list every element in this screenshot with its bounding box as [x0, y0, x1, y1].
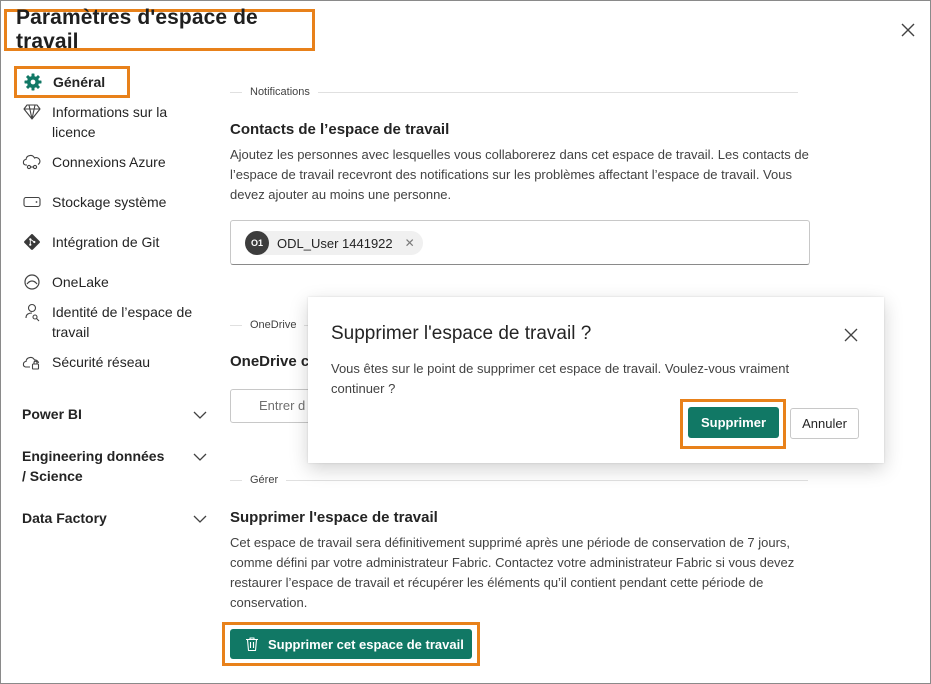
sidebar-group-data-factory[interactable]: Data Factory [22, 508, 208, 528]
sidebar-item-label: Général [53, 74, 106, 90]
contacts-people-picker[interactable]: O1 ODL_User 1441922 ✕ [230, 220, 810, 265]
delete-workspace-highlight: Supprimer cet espace de travail [222, 622, 480, 666]
git-icon [22, 232, 42, 252]
onedrive-heading: OneDrive c [230, 353, 310, 370]
sidebar-group-label: Engineering données / Science [22, 448, 165, 484]
sidebar-item-system-storage[interactable]: Stockage système [14, 192, 197, 212]
close-icon[interactable] [843, 327, 859, 343]
sidebar-group-label: Power BI [22, 406, 82, 422]
dialog-message: Vous êtes sur le point de supprimer cet … [331, 361, 790, 396]
section-label: OneDrive [250, 319, 297, 331]
sidebar-item-label: Identité de l’espace de travail [52, 304, 193, 340]
sidebar-item-label: OneLake [52, 274, 109, 290]
contacts-description: Ajoutez les personnes avec lesquelles vo… [230, 147, 809, 202]
contacts-heading: Contacts de l’espace de travail [230, 121, 450, 138]
section-manage: Gérer [230, 474, 809, 486]
divider [230, 479, 242, 481]
trash-icon [246, 637, 258, 652]
contact-name: ODL_User 1441922 [277, 235, 393, 251]
section-label: Notifications [250, 86, 310, 98]
sidebar-group-label: Data Factory [22, 510, 107, 526]
avatar: O1 [245, 231, 269, 255]
section-label: Gérer [250, 474, 279, 486]
confirm-highlight: Supprimer [680, 399, 786, 449]
divider [317, 91, 798, 93]
sidebar-group-data-engineering[interactable]: Engineering données / Science [22, 446, 208, 486]
divider [286, 479, 809, 481]
cancel-button[interactable]: Annuler [790, 408, 859, 439]
page-title: Paramètres d'espace de travail [4, 6, 315, 53]
divider [230, 91, 242, 93]
sidebar-item-workspace-identity[interactable]: Identité de l’espace de travail [14, 302, 197, 342]
chevron-down-icon [193, 453, 207, 461]
identity-icon [22, 302, 42, 322]
sidebar-item-label: Intégration de Git [52, 234, 160, 250]
sidebar-item-onelake[interactable]: OneLake [14, 272, 197, 292]
sidebar-item-label: Stockage système [52, 194, 167, 210]
sidebar-group-power-bi[interactable]: Power BI [22, 404, 208, 424]
page-title-text: Paramètres d'espace de travail [16, 6, 258, 53]
cloud-link-icon [22, 152, 42, 172]
cloud-lock-icon [22, 352, 42, 372]
chevron-down-icon [193, 411, 207, 419]
onelake-icon [22, 272, 42, 292]
delete-confirm-dialog: Supprimer l'espace de travail ? Vous ête… [308, 297, 884, 463]
sidebar-item-git-integration[interactable]: Intégration de Git [14, 232, 197, 252]
delete-workspace-button-label: Supprimer cet espace de travail [268, 636, 464, 652]
storage-icon [22, 192, 42, 212]
contact-chip[interactable]: O1 ODL_User 1441922 ✕ [245, 231, 423, 255]
sidebar-item-network-security[interactable]: Sécurité réseau [14, 352, 197, 372]
sidebar-item-general[interactable]: Général [14, 66, 130, 98]
sidebar-item-label: Sécurité réseau [52, 354, 151, 370]
remove-contact-icon[interactable]: ✕ [405, 236, 415, 250]
diamond-icon [22, 102, 42, 122]
divider [230, 324, 242, 326]
delete-workspace-description: Cet espace de travail sera définitivemen… [230, 535, 795, 610]
section-notifications: Notifications [230, 86, 798, 98]
chevron-down-icon [193, 515, 207, 523]
dialog-title: Supprimer l'espace de travail ? [331, 323, 592, 344]
sidebar-item-license[interactable]: Informations sur la licence [14, 102, 197, 142]
delete-workspace-button[interactable]: Supprimer cet espace de travail [230, 629, 472, 659]
sidebar-item-label: Connexions Azure [52, 154, 166, 170]
delete-workspace-heading: Supprimer l'espace de travail [230, 509, 438, 526]
confirm-delete-button[interactable]: Supprimer [688, 407, 779, 438]
sidebar-item-label: Informations sur la licence [52, 104, 168, 140]
sidebar-item-azure-connections[interactable]: Connexions Azure [14, 152, 197, 172]
close-icon[interactable] [898, 20, 918, 40]
gear-icon [23, 72, 43, 92]
